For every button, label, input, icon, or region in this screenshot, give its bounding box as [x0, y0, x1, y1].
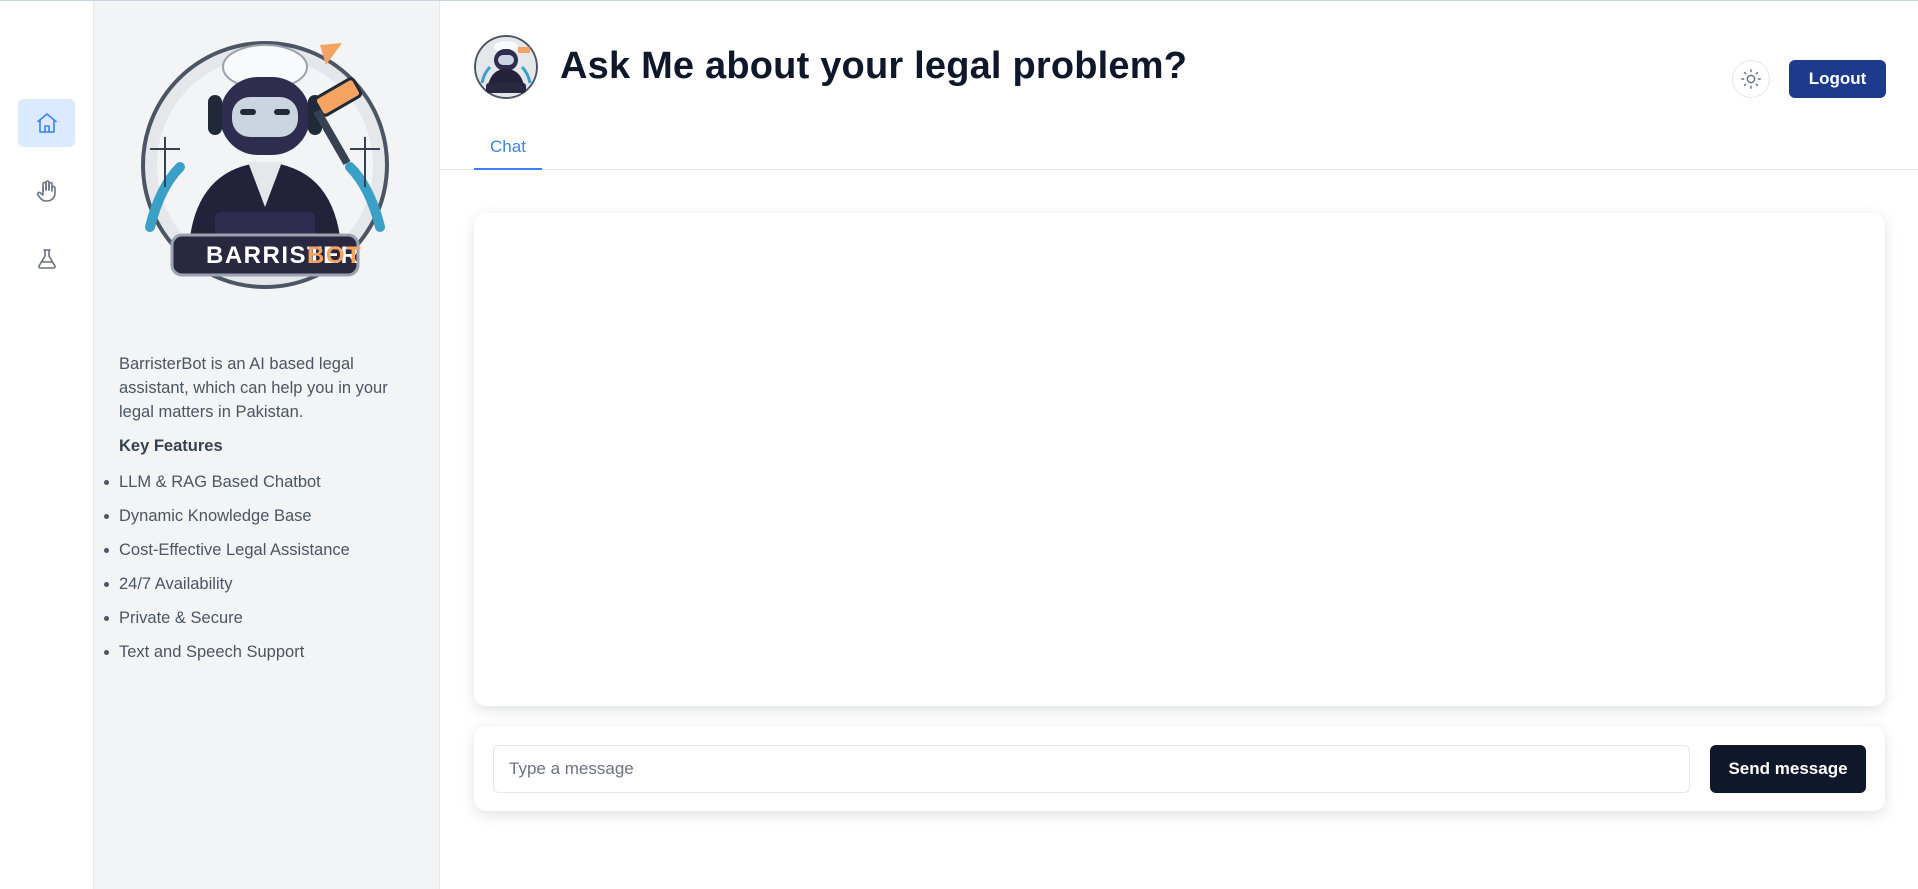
- logout-button[interactable]: Logout: [1789, 60, 1886, 98]
- theme-toggle-button[interactable]: [1732, 60, 1770, 98]
- features-list: LLM & RAG Based Chatbot Dynamic Knowledg…: [104, 470, 419, 674]
- avatar: [474, 35, 538, 99]
- chat-messages-panel[interactable]: [474, 213, 1885, 706]
- tab-bar: Chat: [441, 125, 1918, 170]
- hand-icon: [36, 180, 56, 202]
- feature-item: Dynamic Knowledge Base: [104, 504, 419, 538]
- main-area: Ask Me about your legal problem? Logout …: [441, 1, 1918, 889]
- icon-rail: [0, 1, 94, 889]
- nav-hand-button[interactable]: [18, 167, 75, 215]
- logo-text-accent: BOT: [307, 242, 362, 269]
- app-description: BarristerBot is an AI based legal assist…: [119, 355, 388, 421]
- feature-item: 24/7 Availability: [104, 572, 419, 606]
- feature-item: Text and Speech Support: [104, 640, 419, 674]
- message-composer: Send message: [474, 726, 1885, 811]
- features-title: Key Features: [119, 437, 223, 455]
- feature-item: LLM & RAG Based Chatbot: [104, 470, 419, 504]
- flask-icon: [37, 249, 56, 269]
- info-sidebar: BARRISTER BOT BarristerBot is an AI base…: [94, 1, 440, 889]
- send-message-button[interactable]: Send message: [1710, 745, 1866, 793]
- sun-icon: [1741, 69, 1761, 89]
- feature-item: Private & Secure: [104, 606, 419, 640]
- nav-lab-button[interactable]: [18, 235, 75, 283]
- nav-home-button[interactable]: [18, 99, 75, 147]
- feature-item: Cost-Effective Legal Assistance: [104, 538, 419, 572]
- home-icon: [36, 113, 57, 133]
- page-title: Ask Me about your legal problem?: [560, 45, 1188, 87]
- barristerbot-logo: BARRISTER BOT: [120, 37, 410, 303]
- tab-chat[interactable]: Chat: [474, 125, 542, 170]
- message-input[interactable]: [493, 745, 1690, 793]
- app-window: BARRISTER BOT BarristerBot is an AI base…: [0, 0, 1918, 889]
